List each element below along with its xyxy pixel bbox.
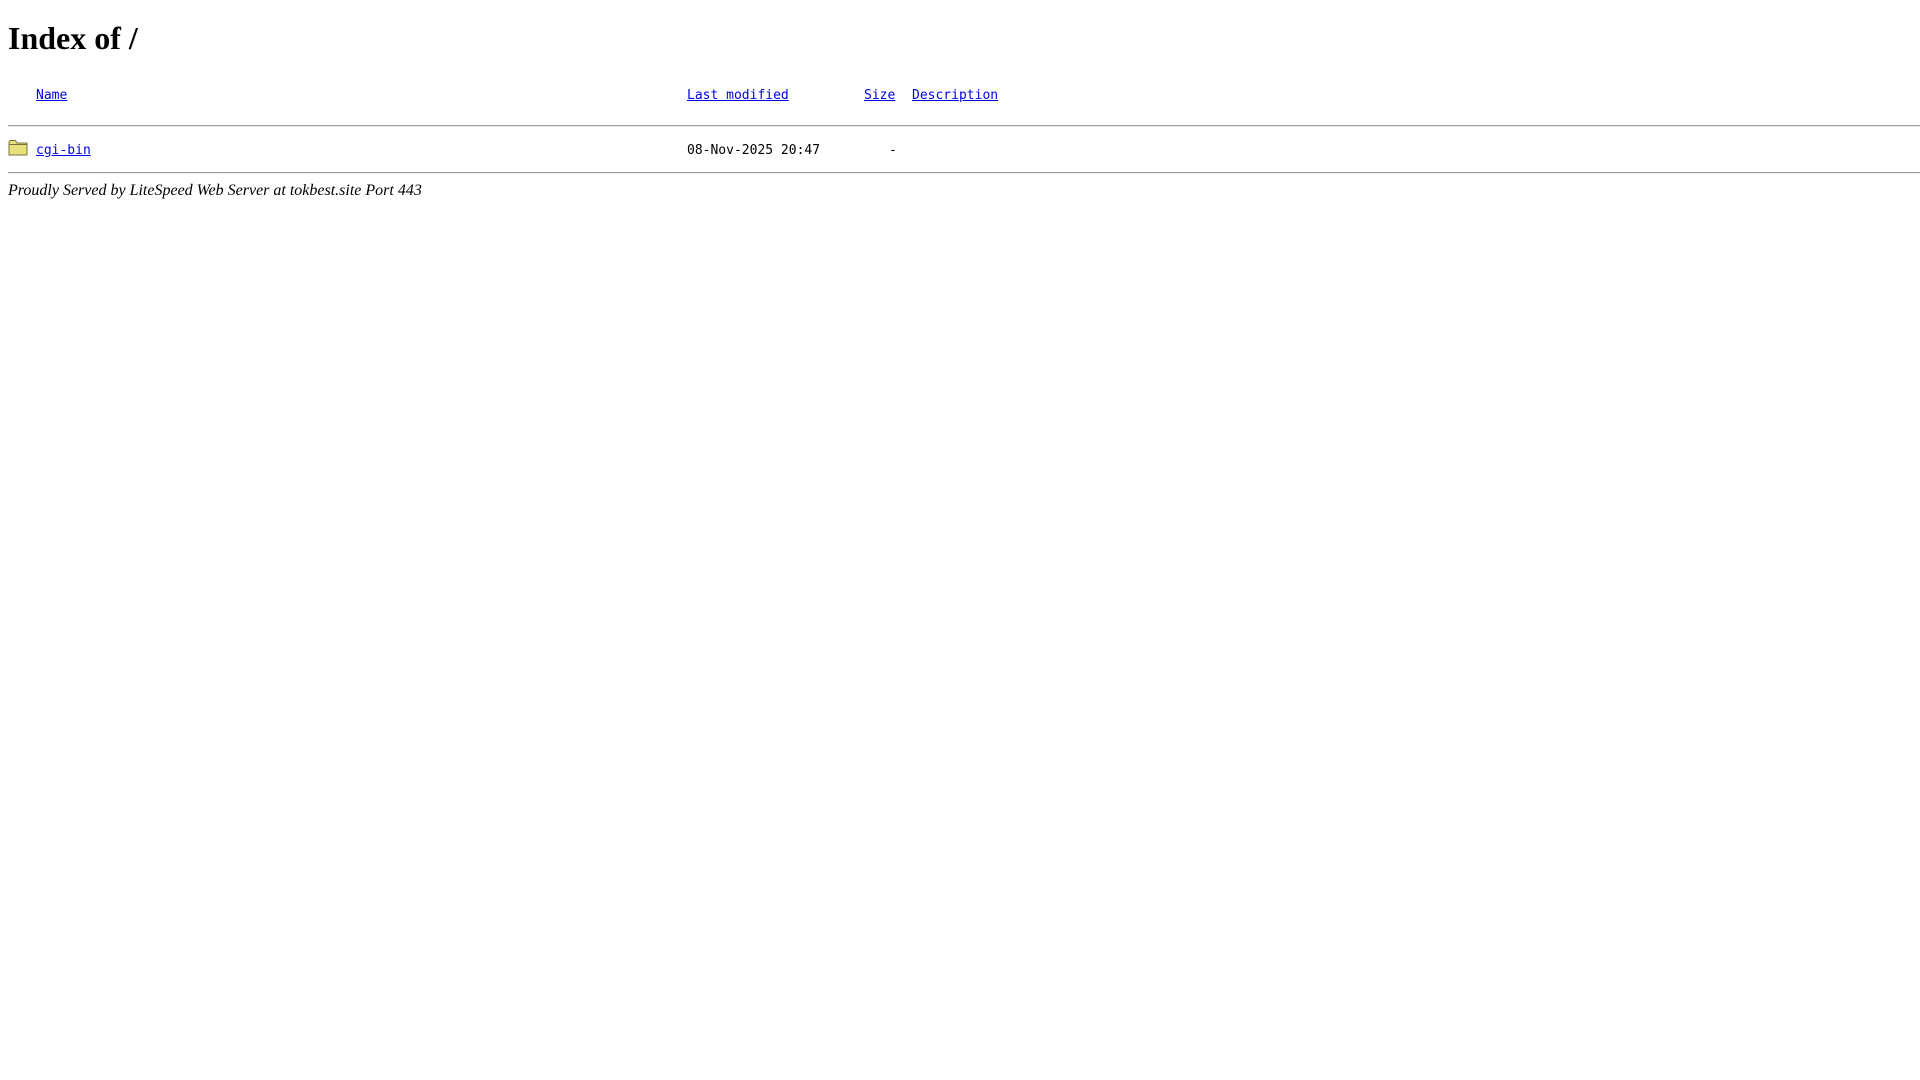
column-header-size[interactable]: Size [864,88,895,104]
server-signature: Proudly Served by LiteSpeed Web Server a… [8,182,422,199]
column-header-description[interactable]: Description [912,88,998,104]
entry-last-modified: 08-Nov-2025 20:47 [687,143,821,158]
column-header-name[interactable]: Name [36,88,67,104]
entry-size: - [889,143,897,158]
footer-divider [8,172,1920,174]
page-title: Index of / [8,20,138,56]
entry-link-name[interactable]: cgi-bin [36,143,91,159]
header-divider [8,125,1920,127]
column-header-last-modified[interactable]: Last modified [687,88,789,104]
folder-icon [8,140,28,156]
